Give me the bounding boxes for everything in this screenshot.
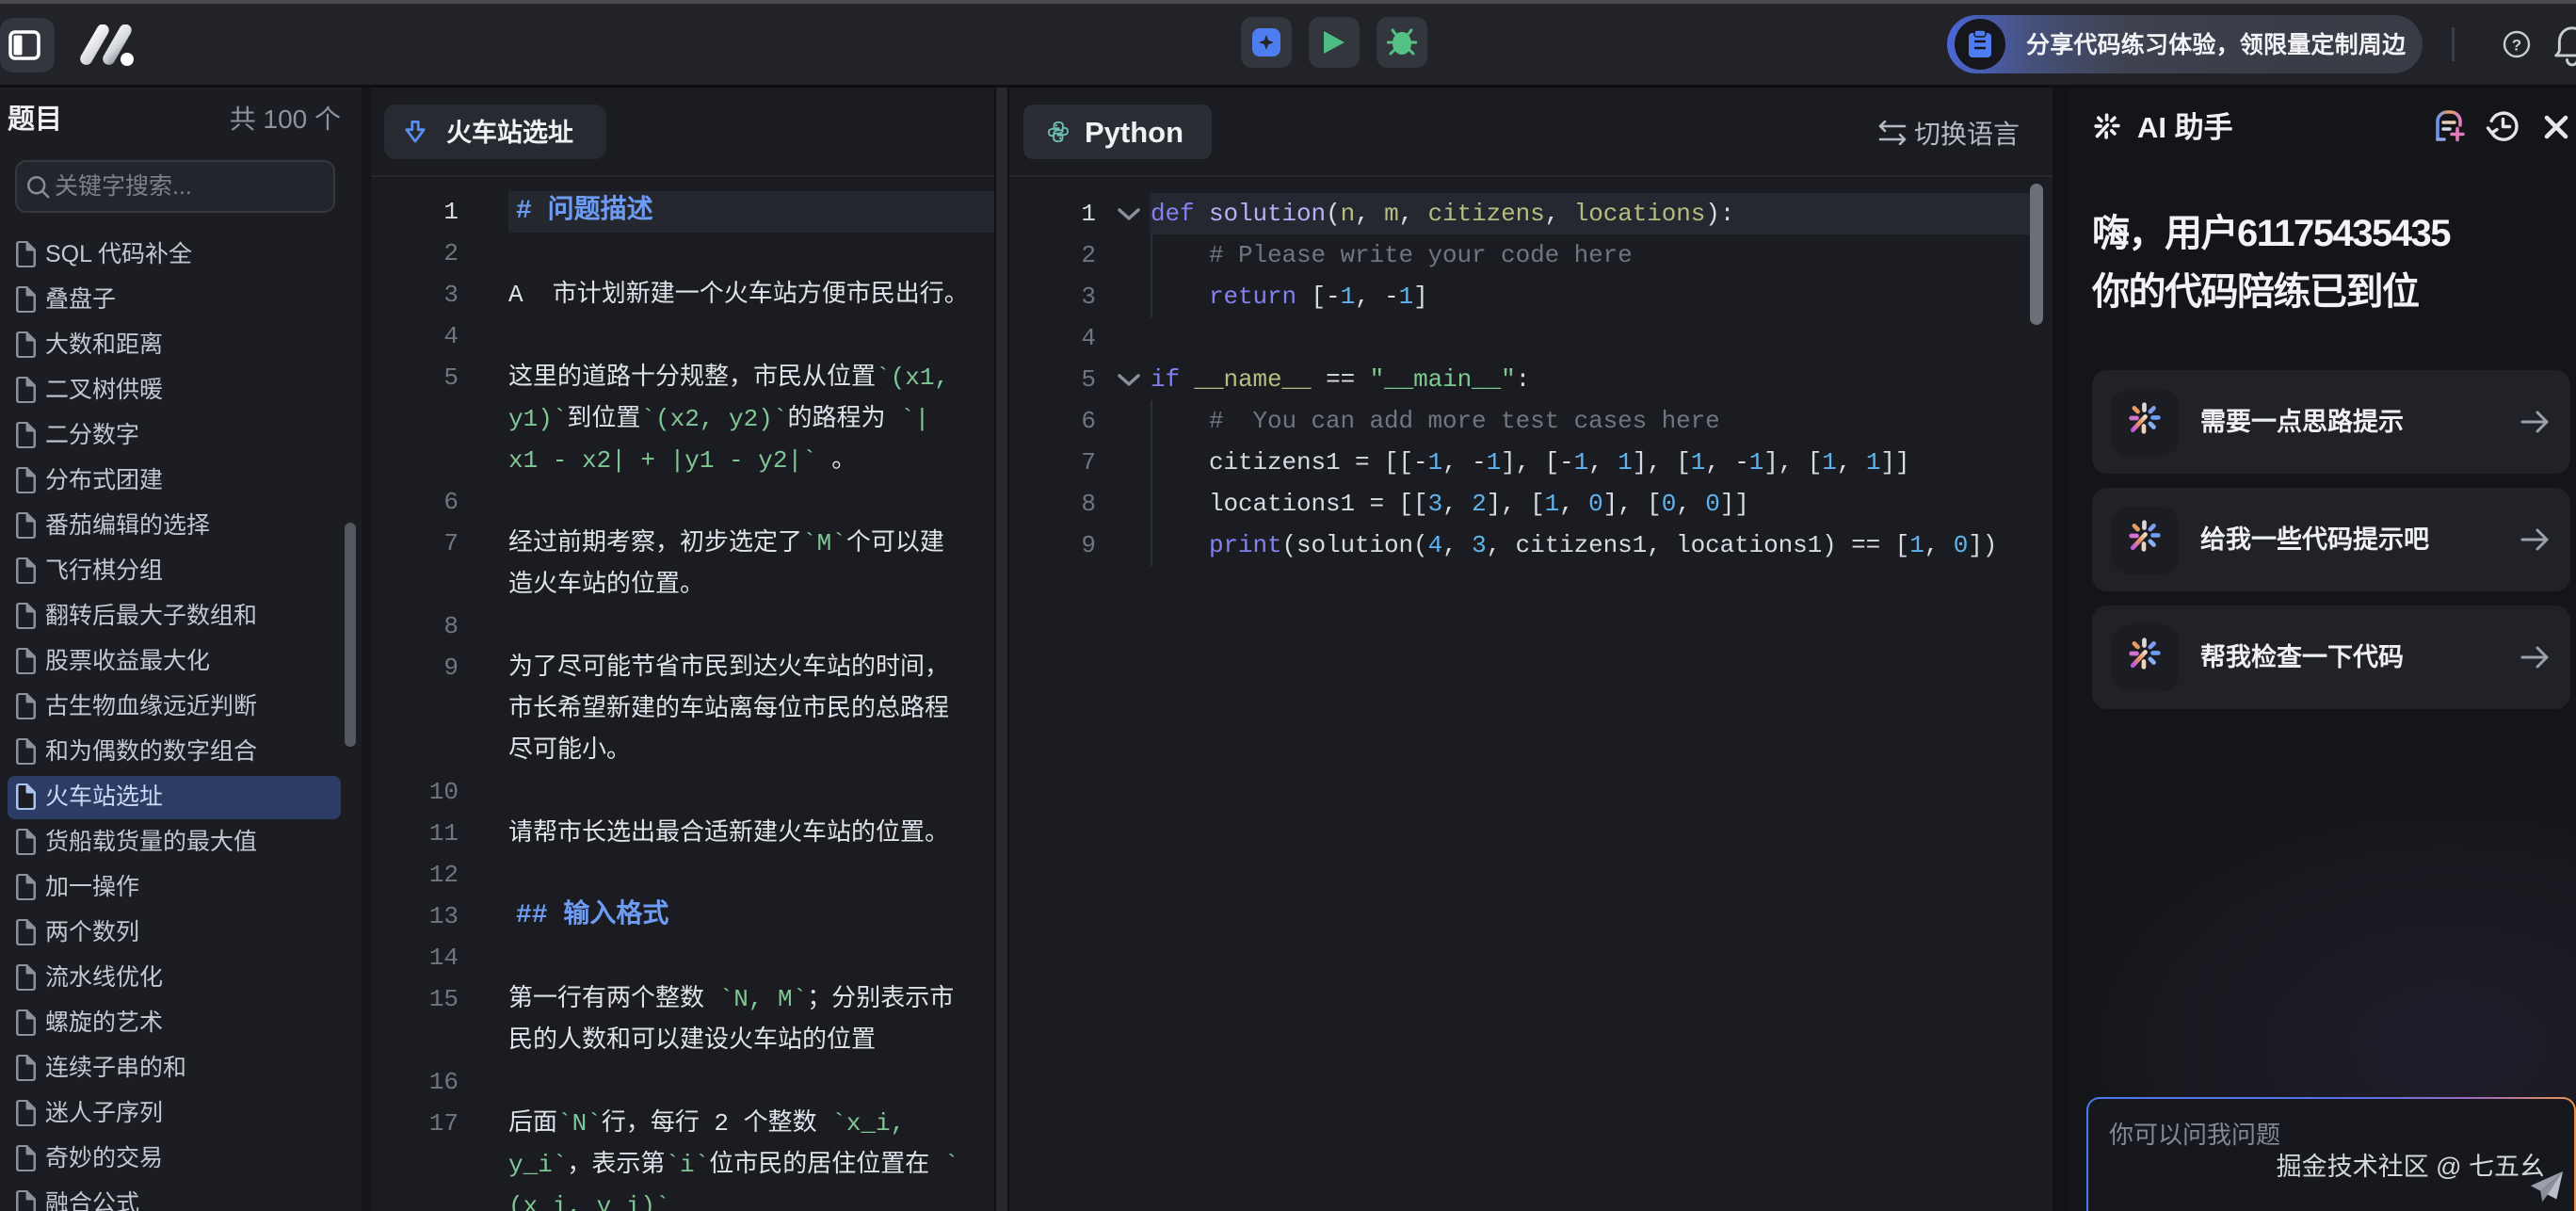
- svg-text:?: ?: [2512, 37, 2521, 55]
